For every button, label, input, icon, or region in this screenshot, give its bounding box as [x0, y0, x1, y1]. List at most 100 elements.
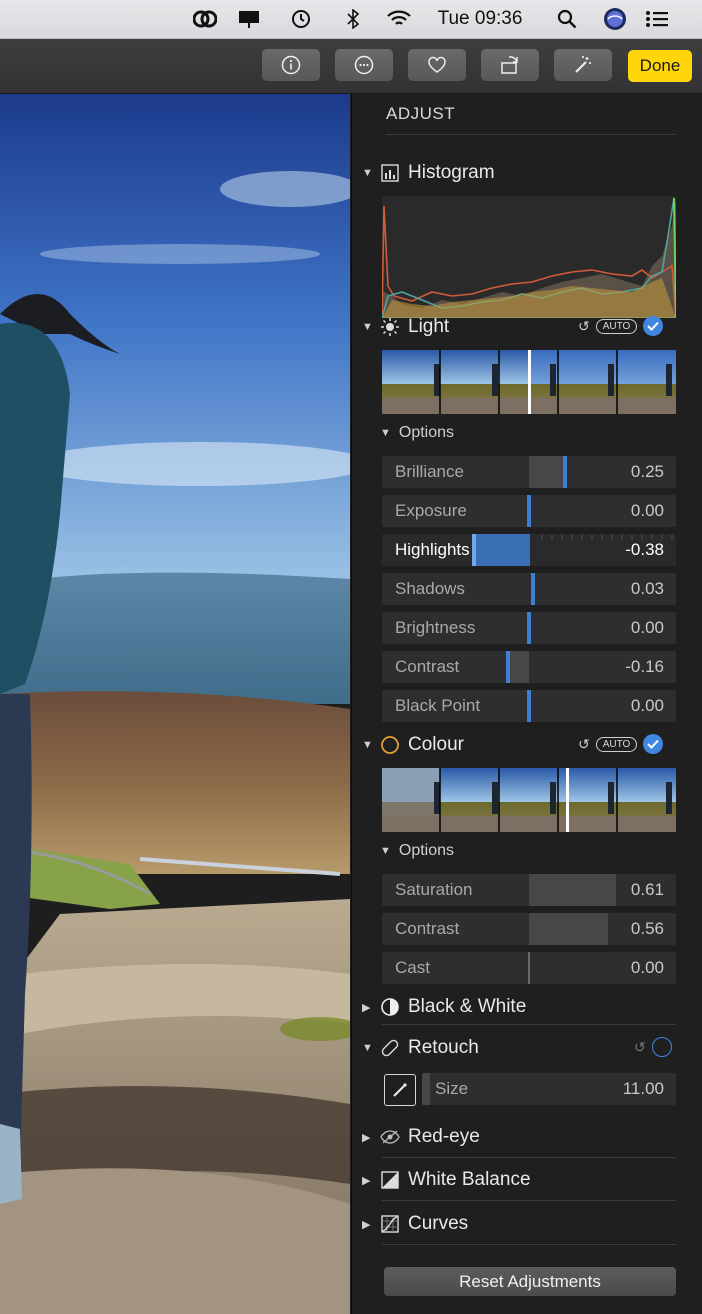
retouch-section-header[interactable]: ▼ Retouch [362, 1033, 479, 1063]
siri-icon[interactable] [600, 0, 630, 38]
slider-label: Size [435, 1079, 469, 1098]
colour-label: Colour [408, 734, 464, 755]
light-thumbnail-strip[interactable] [382, 350, 676, 414]
slider-indicator[interactable] [563, 456, 567, 488]
retouch-enabled-circle-icon[interactable] [651, 1037, 672, 1057]
revert-icon[interactable]: ↺ [578, 318, 590, 335]
slider-indicator[interactable] [506, 651, 510, 683]
adjust-title: ADJUST [386, 104, 456, 123]
slider-fill [529, 874, 616, 906]
brightness-slider[interactable]: Brightness 0.00 [382, 612, 676, 644]
retouch-controls: ↺ [634, 1037, 672, 1057]
colour-controls: ↺ AUTO [578, 734, 664, 754]
adjust-sidebar: ADJUST ▼ Histogram ▼ Light ↺ AUTO ▼ Opti… [351, 94, 702, 1314]
disclosure-expanded-icon: ▼ [362, 167, 373, 179]
histogram-icon [380, 163, 400, 183]
rotate-icon [501, 56, 518, 74]
rotate-button[interactable] [481, 49, 539, 81]
slider-value: 0.00 [630, 696, 664, 715]
light-enabled-checkmark-icon[interactable] [643, 316, 664, 336]
spotlight-search-icon[interactable] [552, 0, 582, 38]
slider-indicator[interactable] [527, 495, 531, 527]
light-controls: ↺ AUTO [578, 316, 664, 336]
slider-indicator[interactable] [472, 534, 476, 566]
divider [382, 1157, 676, 1158]
cast-slider[interactable]: Cast 0.00 [382, 952, 676, 984]
retouch-size-slider[interactable]: Size 11.00 [422, 1073, 676, 1105]
time-machine-icon[interactable] [286, 0, 316, 38]
colour-thumbnail-strip[interactable] [382, 768, 676, 832]
shadows-slider[interactable]: Shadows 0.03 [382, 573, 676, 605]
slider-indicator[interactable] [528, 952, 530, 984]
black-point-slider[interactable]: Black Point 0.00 [382, 690, 676, 722]
black-white-section-header[interactable]: ▶ Black & White [362, 992, 526, 1022]
photo-canvas[interactable] [0, 94, 350, 1314]
light-auto-button[interactable]: AUTO [595, 318, 638, 334]
black-white-icon [380, 997, 400, 1017]
done-button[interactable]: Done [628, 50, 692, 82]
notification-center-icon[interactable] [640, 0, 674, 38]
colour-contrast-slider[interactable]: Contrast 0.56 [382, 913, 676, 945]
curves-section-header[interactable]: ▶ Curves [362, 1209, 468, 1239]
disclosure-expanded-icon: ▼ [380, 845, 391, 857]
wifi-icon[interactable] [383, 0, 415, 38]
slider-value: 0.00 [630, 618, 664, 637]
favorite-button[interactable] [408, 49, 466, 81]
photos-toolbar: Done [0, 39, 702, 94]
slider-value: 0.61 [630, 880, 664, 899]
red-eye-section-header[interactable]: ▶ Red-eye [362, 1122, 480, 1152]
slider-value: 0.00 [630, 501, 664, 520]
colour-enabled-checkmark-icon[interactable] [643, 734, 664, 754]
slider-fill [472, 534, 530, 566]
disclosure-expanded-icon: ▼ [362, 739, 373, 751]
slider-indicator[interactable] [531, 573, 535, 605]
divider [382, 1024, 676, 1025]
colour-options-toggle[interactable]: ▼ Options [380, 842, 454, 860]
bluetooth-icon[interactable] [340, 0, 366, 38]
brilliance-slider[interactable]: Brilliance 0.25 [382, 456, 676, 488]
red-eye-label: Red-eye [408, 1126, 480, 1147]
slider-fill [529, 913, 608, 945]
highlights-slider[interactable]: Highlights -0.38 [382, 534, 676, 566]
light-section-header[interactable]: ▼ Light [362, 312, 449, 342]
slider-value: 0.56 [630, 919, 664, 938]
curves-icon [380, 1214, 400, 1234]
slider-value: -0.16 [625, 657, 664, 676]
light-options-toggle[interactable]: ▼ Options [380, 424, 454, 442]
slider-label: Brightness [395, 618, 476, 637]
curves-label: Curves [408, 1213, 469, 1234]
menu-bar: Tue 09:36 [0, 0, 702, 39]
light-options-label: Options [398, 424, 455, 441]
histogram-graph [380, 196, 677, 319]
colour-section-header[interactable]: ▼ Colour [362, 730, 464, 760]
histogram-section-header[interactable]: ▼ Histogram [362, 158, 495, 188]
brush-tool-button[interactable] [384, 1074, 416, 1106]
black-white-label: Black & White [408, 996, 527, 1017]
info-button[interactable] [262, 49, 320, 81]
bandage-icon [380, 1038, 400, 1058]
colour-auto-button[interactable]: AUTO [595, 736, 638, 752]
reset-adjustments-button[interactable]: Reset Adjustments [384, 1267, 676, 1296]
heart-icon [428, 56, 446, 73]
light-contrast-slider[interactable]: Contrast -0.16 [382, 651, 676, 683]
white-balance-label: White Balance [408, 1169, 531, 1190]
saturation-slider[interactable]: Saturation 0.61 [382, 874, 676, 906]
slider-fill [529, 456, 565, 488]
revert-icon[interactable]: ↺ [578, 736, 590, 753]
slider-indicator[interactable] [527, 612, 531, 644]
slider-value: 0.00 [630, 958, 664, 977]
revert-icon[interactable]: ↺ [634, 1039, 646, 1056]
clock[interactable]: Tue 09:36 [428, 0, 532, 38]
exposure-slider[interactable]: Exposure 0.00 [382, 495, 676, 527]
white-balance-section-header[interactable]: ▶ White Balance [362, 1165, 531, 1195]
enhance-button[interactable] [554, 49, 612, 81]
slider-value: 11.00 [622, 1079, 664, 1098]
presentation-icon[interactable] [234, 0, 264, 38]
disclosure-expanded-icon: ▼ [380, 427, 391, 439]
slider-indicator[interactable] [527, 690, 531, 722]
ellipsis-icon [354, 55, 374, 75]
creative-cloud-icon[interactable] [190, 0, 220, 38]
slider-indicator[interactable] [422, 1073, 430, 1105]
slider-label: Shadows [395, 579, 465, 598]
more-options-button[interactable] [335, 49, 393, 81]
